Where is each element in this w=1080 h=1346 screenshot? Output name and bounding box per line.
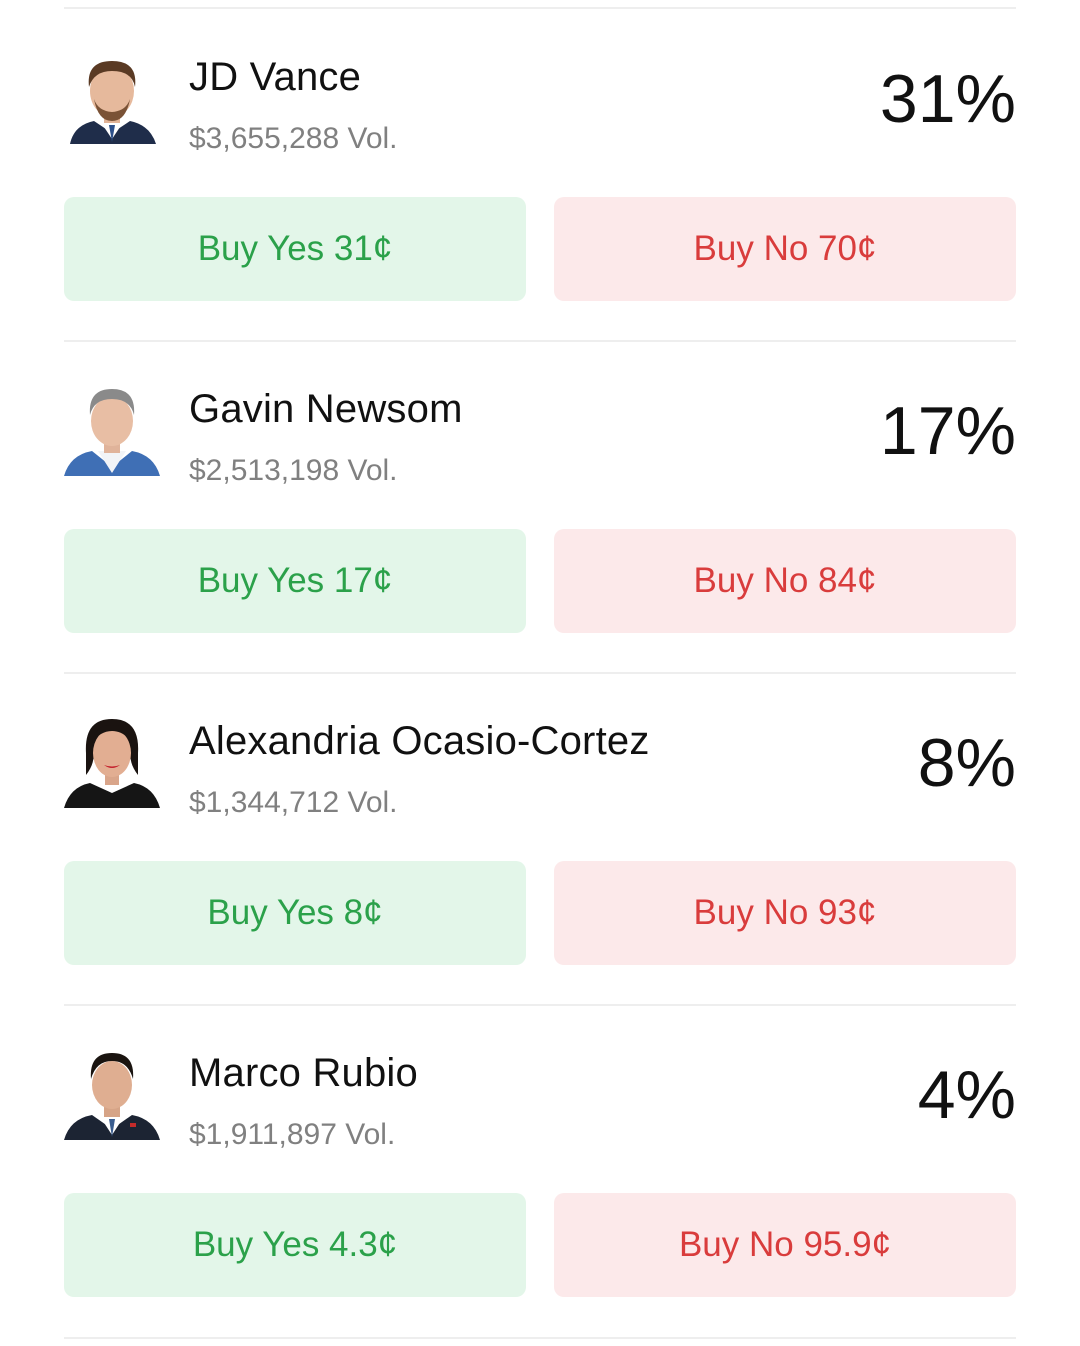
candidate-card-alexandria-ocasio-cortez[interactable]: Alexandria Ocasio-Cortez $1,344,712 Vol.… bbox=[64, 673, 1016, 973]
candidate-percent: 31% bbox=[879, 61, 1016, 137]
candidate-percent: 17% bbox=[879, 393, 1016, 469]
candidate-volume: $1,344,712 Vol. bbox=[189, 786, 398, 819]
buy-no-button[interactable]: Buy No 95.9¢ bbox=[554, 1193, 1016, 1297]
candidate-card-marco-rubio[interactable]: Marco Rubio $1,911,897 Vol. 4% Buy Yes 4… bbox=[64, 1005, 1016, 1305]
candidate-volume: $2,513,198 Vol. bbox=[189, 454, 398, 487]
buy-no-button[interactable]: Buy No 70¢ bbox=[554, 197, 1016, 301]
candidate-volume: $3,655,288 Vol. bbox=[189, 122, 398, 155]
candidate-avatar bbox=[64, 713, 160, 809]
candidate-name: Marco Rubio bbox=[189, 1051, 418, 1095]
candidate-avatar bbox=[64, 1045, 160, 1141]
aoc-portrait-icon bbox=[64, 719, 160, 808]
buy-yes-button[interactable]: Buy Yes 17¢ bbox=[64, 529, 526, 633]
candidate-card-jd-vance[interactable]: JD Vance $3,655,288 Vol. 31% Buy Yes 31¢… bbox=[64, 9, 1016, 309]
candidate-name: Alexandria Ocasio-Cortez bbox=[189, 719, 650, 763]
divider bbox=[64, 1337, 1016, 1339]
candidate-name: JD Vance bbox=[189, 55, 362, 99]
candidate-name: Gavin Newsom bbox=[189, 387, 463, 431]
buy-no-button[interactable]: Buy No 84¢ bbox=[554, 529, 1016, 633]
candidate-volume: $1,911,897 Vol. bbox=[189, 1118, 396, 1151]
buy-yes-button[interactable]: Buy Yes 8¢ bbox=[64, 861, 526, 965]
buy-yes-button[interactable]: Buy Yes 31¢ bbox=[64, 197, 526, 301]
buy-no-button[interactable]: Buy No 93¢ bbox=[554, 861, 1016, 965]
candidate-avatar bbox=[64, 381, 160, 477]
marco-rubio-portrait-icon bbox=[64, 1053, 160, 1140]
gavin-newsom-portrait-icon bbox=[64, 389, 160, 476]
candidate-avatar bbox=[64, 49, 160, 145]
candidate-percent: 4% bbox=[917, 1057, 1016, 1133]
jd-vance-portrait-icon bbox=[70, 61, 156, 144]
candidate-card-gavin-newsom[interactable]: Gavin Newsom $2,513,198 Vol. 17% Buy Yes… bbox=[64, 341, 1016, 641]
candidate-percent: 8% bbox=[917, 725, 1016, 801]
buy-yes-button[interactable]: Buy Yes 4.3¢ bbox=[64, 1193, 526, 1297]
